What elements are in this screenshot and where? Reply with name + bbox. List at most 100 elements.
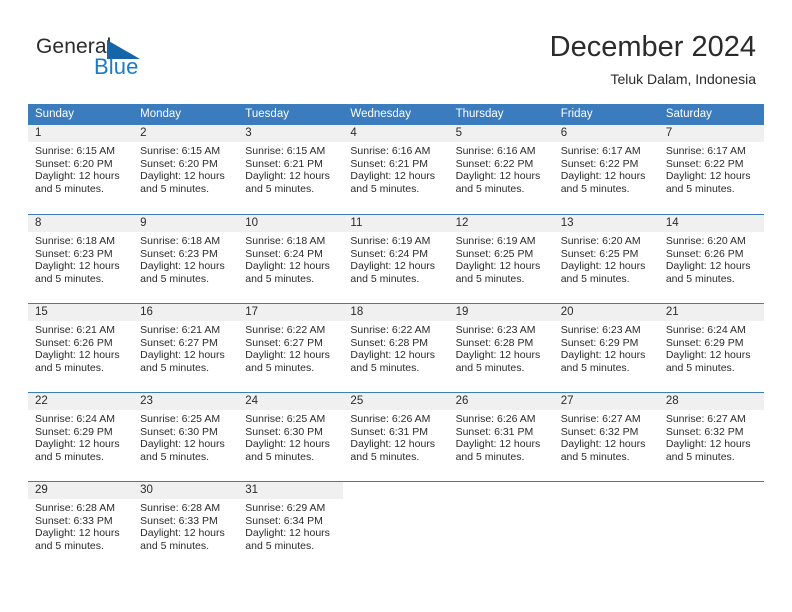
day-number: 9 <box>140 217 147 229</box>
calendar-day-cell[interactable]: 20 Sunrise: 6:23 AM Sunset: 6:29 PM Dayligh… <box>553 304 659 392</box>
sunset-text: Sunset: 6:20 PM <box>140 157 218 170</box>
day-number: 26 <box>455 395 469 407</box>
day-number: 16 <box>140 306 153 318</box>
calendar-day-cell[interactable]: 31 Sunrise: 6:29 AM Sunset: 6:34 PM Dayligh… <box>238 482 344 570</box>
calendar-day-cell[interactable]: 15 Sunrise: 6:21 AM Sunset: 6:26 PM Dayligh… <box>28 304 134 392</box>
calendar-day-cell[interactable]: 10 Sunrise: 6:18 AM Sunset: 6:24 PM Dayligh… <box>238 215 344 303</box>
sunrise-text: Sunrise: 6:15 AM <box>245 145 326 157</box>
day-number-band: 4 <box>343 125 449 142</box>
calendar-day-cell[interactable]: 9 Sunrise: 6:18 AM Sunset: 6:23 PM Daylight… <box>133 215 239 303</box>
day-number-band: 13 <box>553 215 659 232</box>
sunset-text: Sunset: 6:31 PM <box>350 425 429 438</box>
day-number: 27 <box>560 395 574 407</box>
sunset-text: Sunset: 6:30 PM <box>140 425 218 438</box>
calendar-day-cell-empty <box>343 482 449 570</box>
sunset-text: Sunset: 6:26 PM <box>665 247 744 260</box>
sunset-text: Sunset: 6:24 PM <box>350 247 429 260</box>
calendar-day-cell[interactable]: 4 Sunrise: 6:16 AM Sunset: 6:21 PM Daylight… <box>343 125 449 214</box>
calendar-day-cell[interactable]: 24 Sunrise: 6:25 AM Sunset: 6:30 PM Dayligh… <box>238 393 344 481</box>
daylight-text: Daylight: 12 hours and 5 minutes. <box>35 438 120 464</box>
calendar-day-cell[interactable]: 14 Sunrise: 6:20 AM Sunset: 6:26 PM Dayligh… <box>658 215 764 303</box>
calendar-day-cell[interactable]: 25 Sunrise: 6:26 AM Sunset: 6:31 PM Dayligh… <box>343 393 449 481</box>
day-number-band: 29 <box>28 482 134 499</box>
day-number-band: 12 <box>448 215 554 232</box>
sunset-text: Sunset: 6:21 PM <box>245 157 323 170</box>
day-number-band: 25 <box>343 393 449 410</box>
sunrise-text: Sunrise: 6:27 AM <box>665 413 746 425</box>
calendar-day-cell[interactable]: 22 Sunrise: 6:24 AM Sunset: 6:29 PM Dayligh… <box>28 393 134 481</box>
calendar-day-cell[interactable]: 28 Sunrise: 6:27 AM Sunset: 6:32 PM Dayligh… <box>658 393 764 481</box>
sunset-text: Sunset: 6:28 PM <box>455 336 534 349</box>
daylight-text: Daylight: 12 hours and 5 minutes. <box>140 349 225 375</box>
sunrise-text: Sunrise: 6:18 AM <box>35 235 115 247</box>
sunrise-text: Sunrise: 6:17 AM <box>560 145 641 157</box>
day-details: Sunrise: 6:22 AM Sunset: 6:27 PM Daylight:… <box>238 321 343 375</box>
day-number: 21 <box>665 306 679 318</box>
daylight-text: Daylight: 12 hours and 5 minutes. <box>245 260 330 286</box>
calendar-day-cell[interactable]: 18 Sunrise: 6:22 AM Sunset: 6:28 PM Dayligh… <box>343 304 449 392</box>
sunset-text: Sunset: 6:22 PM <box>665 157 744 170</box>
calendar-day-cell[interactable]: 2 Sunrise: 6:15 AM Sunset: 6:20 PM Daylight… <box>133 125 239 214</box>
daylight-text: Daylight: 12 hours and 5 minutes. <box>665 438 751 464</box>
calendar-day-cell[interactable]: 11 Sunrise: 6:19 AM Sunset: 6:24 PM Dayligh… <box>343 215 449 303</box>
page-title: December 2024 <box>549 31 756 63</box>
calendar-day-cell[interactable]: 13 Sunrise: 6:20 AM Sunset: 6:25 PM Dayligh… <box>553 215 659 303</box>
calendar-day-cell[interactable]: 27 Sunrise: 6:27 AM Sunset: 6:32 PM Dayligh… <box>553 393 659 481</box>
brand-logo[interactable]: General Blue <box>36 36 236 84</box>
day-number: 13 <box>560 217 574 229</box>
calendar-day-cell[interactable]: 6 Sunrise: 6:17 AM Sunset: 6:22 PM Daylight… <box>553 125 659 214</box>
day-details: Sunrise: 6:17 AM Sunset: 6:22 PM Daylight:… <box>659 142 764 196</box>
calendar-table: Sunday Monday Tuesday Wednesday Thursday… <box>28 104 764 570</box>
daylight-text: Daylight: 12 hours and 5 minutes. <box>455 260 541 286</box>
location-subtitle: Teluk Dalam, Indonesia <box>610 71 756 87</box>
day-number-band: 18 <box>343 304 449 321</box>
calendar-day-cell[interactable]: 7 Sunrise: 6:17 AM Sunset: 6:22 PM Daylight… <box>658 125 764 214</box>
calendar-day-cell[interactable]: 19 Sunrise: 6:23 AM Sunset: 6:28 PM Dayligh… <box>448 304 554 392</box>
daylight-text: Daylight: 12 hours and 5 minutes. <box>140 527 225 553</box>
day-details: Sunrise: 6:20 AM Sunset: 6:26 PM Daylight:… <box>659 232 764 286</box>
calendar-day-cell[interactable]: 12 Sunrise: 6:19 AM Sunset: 6:25 PM Dayligh… <box>448 215 554 303</box>
calendar-day-cell[interactable]: 5 Sunrise: 6:16 AM Sunset: 6:22 PM Daylight… <box>448 125 554 214</box>
day-details: Sunrise: 6:18 AM Sunset: 6:23 PM Daylight:… <box>28 232 133 286</box>
calendar-day-cell[interactable]: 29 Sunrise: 6:28 AM Sunset: 6:33 PM Dayligh… <box>28 482 134 570</box>
calendar-day-cell[interactable]: 1 Sunrise: 6:15 AM Sunset: 6:20 PM Daylight… <box>28 125 134 214</box>
calendar-day-cell[interactable]: 17 Sunrise: 6:22 AM Sunset: 6:27 PM Dayligh… <box>238 304 344 392</box>
sunrise-text: Sunrise: 6:25 AM <box>140 413 221 425</box>
brand-name-blue: Blue <box>94 54 139 79</box>
title-block: December 2024 Teluk Dalam, Indonesia <box>550 30 756 88</box>
calendar-day-cell[interactable]: 26 Sunrise: 6:26 AM Sunset: 6:31 PM Dayligh… <box>448 393 554 481</box>
day-number-band: 16 <box>133 304 239 321</box>
sunset-text: Sunset: 6:21 PM <box>350 157 429 170</box>
day-details: Sunrise: 6:28 AM Sunset: 6:33 PM Daylight:… <box>133 499 238 553</box>
calendar-day-cell[interactable]: 30 Sunrise: 6:28 AM Sunset: 6:33 PM Dayligh… <box>133 482 239 570</box>
sunset-text: Sunset: 6:23 PM <box>140 247 218 260</box>
daylight-text: Daylight: 12 hours and 5 minutes. <box>35 527 120 553</box>
sunset-text: Sunset: 6:27 PM <box>245 336 323 349</box>
daylight-text: Daylight: 12 hours and 5 minutes. <box>245 438 330 464</box>
calendar-day-cell-empty <box>553 482 659 570</box>
sunset-text: Sunset: 6:24 PM <box>245 247 323 260</box>
calendar-day-cell[interactable]: 23 Sunrise: 6:25 AM Sunset: 6:30 PM Dayligh… <box>133 393 239 481</box>
day-number: 10 <box>245 217 259 229</box>
sunrise-text: Sunrise: 6:26 AM <box>455 413 536 425</box>
sunset-text: Sunset: 6:32 PM <box>560 425 639 438</box>
day-details: Sunrise: 6:16 AM Sunset: 6:22 PM Daylight:… <box>449 142 554 196</box>
sunrise-text: Sunrise: 6:23 AM <box>560 324 641 336</box>
daylight-text: Daylight: 12 hours and 5 minutes. <box>350 260 436 286</box>
day-number-band: 9 <box>133 215 239 232</box>
day-number-band: 2 <box>133 125 239 142</box>
day-details: Sunrise: 6:19 AM Sunset: 6:25 PM Daylight:… <box>449 232 554 286</box>
calendar-day-cell[interactable]: 16 Sunrise: 6:21 AM Sunset: 6:27 PM Dayligh… <box>133 304 239 392</box>
calendar-day-cell[interactable]: 21 Sunrise: 6:24 AM Sunset: 6:29 PM Dayligh… <box>658 304 764 392</box>
daylight-text: Daylight: 12 hours and 5 minutes. <box>35 170 120 196</box>
day-details: Sunrise: 6:21 AM Sunset: 6:26 PM Daylight:… <box>28 321 133 375</box>
day-number: 14 <box>665 217 679 229</box>
sunset-text: Sunset: 6:34 PM <box>245 514 323 527</box>
day-number: 25 <box>350 395 364 407</box>
calendar-week-row: 8 Sunrise: 6:18 AM Sunset: 6:23 PM Daylight… <box>28 214 764 303</box>
day-number: 8 <box>35 217 42 229</box>
calendar-day-cell[interactable]: 3 Sunrise: 6:15 AM Sunset: 6:21 PM Daylight… <box>238 125 344 214</box>
sunset-text: Sunset: 6:33 PM <box>140 514 218 527</box>
daylight-text: Daylight: 12 hours and 5 minutes. <box>560 170 646 196</box>
calendar-day-cell[interactable]: 8 Sunrise: 6:18 AM Sunset: 6:23 PM Daylight… <box>28 215 134 303</box>
